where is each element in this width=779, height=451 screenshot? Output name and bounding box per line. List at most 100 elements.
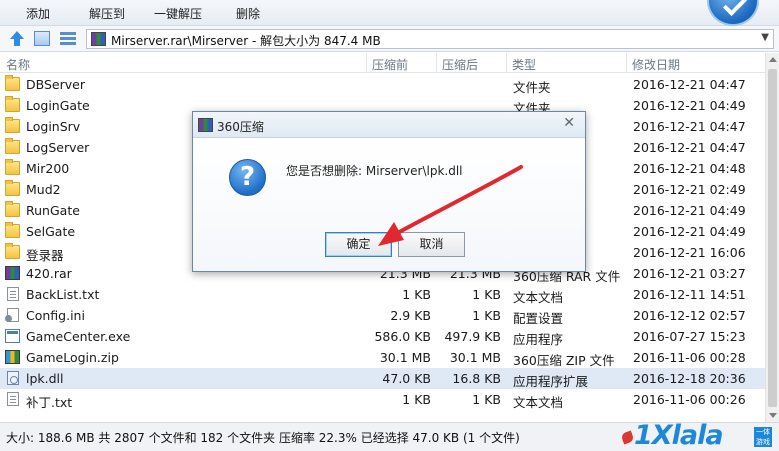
- table-row[interactable]: GameLogin.zip 30.1 MB 30.1 MB 360压缩 ZIP 文件 2…: [0, 347, 765, 368]
- scroll-thumb[interactable]: [768, 69, 777, 407]
- file-name: LogServer: [26, 140, 90, 155]
- table-row[interactable]: GameCenter.exe 586.0 KB 497.9 KB 应用程序 2016-0…: [0, 326, 765, 347]
- table-row[interactable]: Config.ini 2.9 KB 1 KB 配置设置 2016-12-12 02:57: [0, 305, 765, 326]
- text-file-icon: [7, 392, 19, 406]
- file-type: 360压缩 ZIP 文件: [513, 353, 615, 368]
- folder-icon: [5, 75, 20, 91]
- rar-file-icon: [5, 266, 20, 280]
- file-type: 应用程序扩展: [513, 374, 589, 389]
- dll-file-icon: [7, 371, 19, 385]
- file-name: 420.rar: [26, 266, 72, 281]
- file-date: 2016-12-21 04:49: [633, 203, 746, 218]
- file-type: 文本文档: [513, 395, 564, 410]
- exe-file-icon: [5, 329, 20, 343]
- list-view-icon[interactable]: [60, 31, 76, 46]
- file-date: 2016-12-21 04:49: [633, 224, 746, 239]
- file-date: 2016-12-12 02:57: [633, 308, 746, 323]
- dialog-body: ? 您是否想删除: Mirserver\lpk.dll 确定 取消: [193, 139, 585, 271]
- add-button[interactable]: 添加: [26, 5, 50, 22]
- delete-button[interactable]: 删除: [236, 5, 260, 22]
- badge-tag: 一体 游戏: [754, 427, 772, 447]
- file-name: DBServer: [26, 77, 85, 92]
- column-packed[interactable]: 压缩后: [442, 56, 478, 73]
- close-icon[interactable]: ✕: [563, 115, 575, 131]
- file-date: 2016-11-06 00:28: [633, 350, 746, 365]
- check-logo-icon: [707, 0, 759, 26]
- file-name: RunGate: [26, 203, 80, 218]
- file-date: 2016-11-06 00:26: [633, 392, 746, 407]
- file-name: SelGate: [26, 224, 76, 239]
- file-type: 配置设置: [513, 311, 564, 326]
- file-date: 2016-12-21 02:49: [633, 182, 746, 197]
- file-packed-size: 30.1 MB: [449, 350, 501, 365]
- dialog-title: 360压缩: [217, 120, 264, 134]
- cancel-button[interactable]: 取消: [398, 232, 465, 257]
- address-bar[interactable]: Mirserver.rar\Mirserver - 解包大小为 847.4 MB…: [86, 29, 774, 49]
- ini-file-icon: [5, 308, 19, 322]
- delete-confirm-dialog: 360压缩 ✕ ? 您是否想删除: Mirserver\lpk.dll 确定 取…: [192, 111, 586, 272]
- file-date: 2016-12-21 04:47: [633, 119, 746, 134]
- folder-icon: [5, 96, 20, 112]
- table-row[interactable]: 补丁.txt 1 KB 1 KB 文本文档 2016-11-06 00:26: [0, 389, 765, 410]
- file-type: 文本文档: [513, 290, 564, 305]
- column-header: 名称 压缩前 压缩后 类型 修改日期: [0, 53, 765, 73]
- file-date: 2016-12-21 04:49: [633, 98, 746, 113]
- text-file-icon: [7, 287, 19, 301]
- column-name[interactable]: 名称: [6, 56, 30, 73]
- view-mode-icon[interactable]: [34, 31, 50, 46]
- file-date: 2016-12-21 03:27: [633, 266, 746, 281]
- file-name: LoginSrv: [26, 119, 81, 134]
- address-row: Mirserver.rar\Mirserver - 解包大小为 847.4 MB…: [0, 26, 779, 52]
- scroll-down-icon[interactable]: [769, 413, 777, 418]
- leaf-icon: [620, 430, 635, 445]
- file-date: 2016-12-21 04:47: [633, 140, 746, 155]
- file-date: 2016-12-18 20:36: [633, 371, 746, 386]
- extract-to-button[interactable]: 解压到: [89, 5, 125, 22]
- file-date: 2016-12-11 14:51: [633, 287, 746, 302]
- file-size: 586.0 KB: [374, 329, 431, 344]
- file-name: LoginGate: [26, 98, 90, 113]
- file-date: 2016-12-21 16:06: [633, 245, 746, 260]
- one-click-extract-button[interactable]: 一键解压: [154, 5, 202, 22]
- file-packed-size: 1 KB: [472, 287, 501, 302]
- file-name: BackList.txt: [26, 287, 100, 302]
- badge-brand: 1Xlala: [634, 420, 724, 451]
- column-size[interactable]: 压缩前: [372, 56, 408, 73]
- folder-icon: [5, 201, 20, 217]
- dialog-titlebar: 360压缩 ✕: [193, 112, 585, 138]
- table-row[interactable]: BackList.txt 1 KB 1 KB 文本文档 2016-12-11 14:51: [0, 284, 765, 305]
- file-date: 2016-12-21 04:48: [633, 161, 746, 176]
- file-packed-size: 497.9 KB: [444, 329, 501, 344]
- folder-icon: [5, 180, 20, 196]
- file-date: 2016-07-27 15:23: [633, 329, 746, 344]
- question-icon: ?: [229, 159, 266, 196]
- file-name: Mir200: [26, 161, 70, 176]
- file-type: 文件夹: [513, 80, 551, 95]
- file-type: 应用程序: [513, 332, 564, 347]
- address-path: Mirserver.rar\Mirserver - 解包大小为 847.4 MB: [111, 34, 381, 48]
- vertical-scrollbar[interactable]: [765, 53, 779, 422]
- folder-icon: [5, 243, 20, 259]
- table-row[interactable]: lpk.dll 47.0 KB 16.8 KB 应用程序扩展 2016-12-18 20…: [0, 368, 765, 389]
- status-text: 大小: 188.6 MB 共 2807 个文件和 182 个文件夹 压缩率 22…: [6, 431, 520, 445]
- column-type[interactable]: 类型: [512, 56, 536, 73]
- file-name: Config.ini: [26, 308, 85, 323]
- ok-button[interactable]: 确定: [325, 232, 392, 257]
- site-badge: 1Xlala 一体 游戏: [620, 420, 774, 451]
- file-packed-size: 1 KB: [472, 308, 501, 323]
- column-modified[interactable]: 修改日期: [632, 56, 680, 73]
- scroll-up-icon[interactable]: [769, 57, 777, 62]
- chevron-down-icon[interactable]: ▼: [761, 32, 769, 43]
- file-name: 补丁.txt: [26, 395, 73, 410]
- file-name: GameLogin.zip: [26, 350, 119, 365]
- file-name: GameCenter.exe: [26, 329, 131, 344]
- file-size: 1 KB: [402, 287, 431, 302]
- file-size: 30.1 MB: [379, 350, 431, 365]
- folder-icon: [5, 138, 20, 154]
- file-size: 2.9 KB: [390, 308, 431, 323]
- up-arrow-icon[interactable]: [9, 31, 25, 46]
- table-row[interactable]: DBServer 文件夹 2016-12-21 04:47: [0, 74, 765, 95]
- toolbar: 添加 解压到 一键解压 删除: [0, 0, 779, 26]
- folder-icon: [5, 159, 20, 175]
- file-size: 47.0 KB: [382, 371, 431, 386]
